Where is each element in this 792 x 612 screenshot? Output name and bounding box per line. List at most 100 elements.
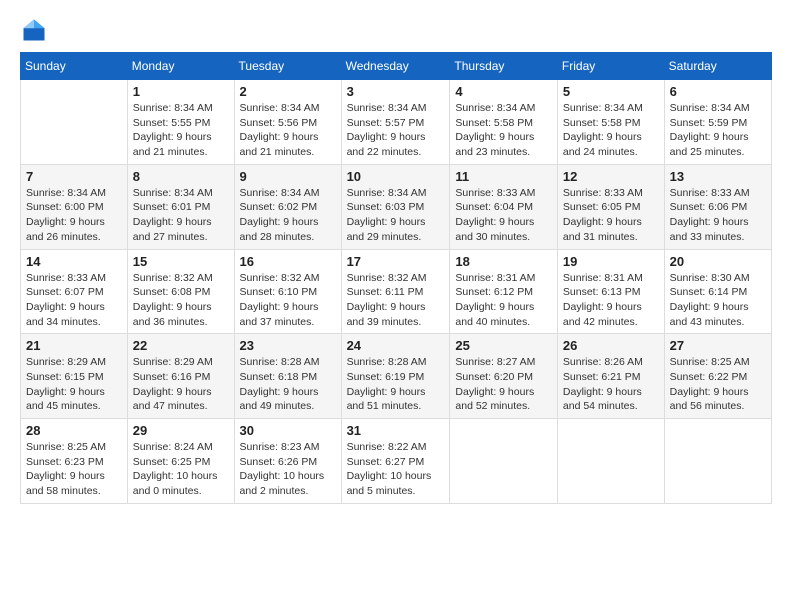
day-info: Sunrise: 8:29 AM Sunset: 6:16 PM Dayligh… <box>133 355 229 414</box>
calendar-cell: 9Sunrise: 8:34 AM Sunset: 6:02 PM Daylig… <box>234 164 341 249</box>
day-number: 23 <box>240 338 336 353</box>
calendar-cell: 3 Sunrise: 8:34 AM Sunset: 5:57 PM Daylig… <box>341 80 450 165</box>
calendar-cell: 18 Sunrise: 8:31 AM Sunset: 6:12 PM Dayli… <box>450 249 558 334</box>
calendar-cell: 5 Sunrise: 8:34 AM Sunset: 5:58 PM Daylig… <box>557 80 664 165</box>
calendar-cell: 21 Sunrise: 8:29 AM Sunset: 6:15 PM Dayli… <box>21 334 128 419</box>
day-info: Sunrise: 8:34 AM Sunset: 6:00 PM Dayligh… <box>26 186 122 245</box>
calendar-cell: 4Sunrise: 8:34 AM Sunset: 5:58 PM Daylig… <box>450 80 558 165</box>
day-number: 13 <box>670 169 766 184</box>
day-number: 2 <box>240 84 336 99</box>
day-info: Sunrise: 8:34 AM Sunset: 5:57 PM Dayligh… <box>347 101 445 160</box>
day-info: Sunrise: 8:34 AM Sunset: 5:55 PM Dayligh… <box>133 101 229 160</box>
calendar-cell: 7 Sunrise: 8:34 AM Sunset: 6:00 PM Daylig… <box>21 164 128 249</box>
page: SundayMondayTuesdayWednesdayThursdayFrid… <box>0 0 792 612</box>
day-number: 3 <box>347 84 445 99</box>
header-friday: Friday <box>557 53 664 80</box>
calendar-cell: 11Sunrise: 8:33 AM Sunset: 6:04 PM Dayli… <box>450 164 558 249</box>
calendar-cell: 29 Sunrise: 8:24 AM Sunset: 6:25 PM Dayli… <box>127 419 234 504</box>
day-number: 1 <box>133 84 229 99</box>
day-number: 24 <box>347 338 445 353</box>
day-info: Sunrise: 8:27 AM Sunset: 6:20 PM Dayligh… <box>455 355 552 414</box>
calendar-week-0: 1 Sunrise: 8:34 AM Sunset: 5:55 PM Daylig… <box>21 80 772 165</box>
calendar-cell: 25 Sunrise: 8:27 AM Sunset: 6:20 PM Dayli… <box>450 334 558 419</box>
calendar-cell: 16 Sunrise: 8:32 AM Sunset: 6:10 PM Dayli… <box>234 249 341 334</box>
day-number: 30 <box>240 423 336 438</box>
header-thursday: Thursday <box>450 53 558 80</box>
calendar-cell: 17 Sunrise: 8:32 AM Sunset: 6:11 PM Dayli… <box>341 249 450 334</box>
calendar-cell: 1 Sunrise: 8:34 AM Sunset: 5:55 PM Daylig… <box>127 80 234 165</box>
day-info: Sunrise: 8:25 AM Sunset: 6:22 PM Dayligh… <box>670 355 766 414</box>
day-info: Sunrise: 8:26 AM Sunset: 6:21 PM Dayligh… <box>563 355 659 414</box>
day-number: 15 <box>133 254 229 269</box>
day-info: Sunrise: 8:24 AM Sunset: 6:25 PM Dayligh… <box>133 440 229 499</box>
day-info: Sunrise: 8:33 AM Sunset: 6:05 PM Dayligh… <box>563 186 659 245</box>
day-info: Sunrise: 8:34 AM Sunset: 6:03 PM Dayligh… <box>347 186 445 245</box>
day-info: Sunrise: 8:28 AM Sunset: 6:18 PM Dayligh… <box>240 355 336 414</box>
header-tuesday: Tuesday <box>234 53 341 80</box>
calendar-cell: 13Sunrise: 8:33 AM Sunset: 6:06 PM Dayli… <box>664 164 771 249</box>
logo <box>20 16 52 44</box>
day-number: 16 <box>240 254 336 269</box>
day-number: 9 <box>240 169 336 184</box>
calendar-week-2: 14Sunrise: 8:33 AM Sunset: 6:07 PM Dayli… <box>21 249 772 334</box>
header-sunday: Sunday <box>21 53 128 80</box>
calendar-week-4: 28 Sunrise: 8:25 AM Sunset: 6:23 PM Dayli… <box>21 419 772 504</box>
calendar-week-3: 21 Sunrise: 8:29 AM Sunset: 6:15 PM Dayli… <box>21 334 772 419</box>
day-number: 18 <box>455 254 552 269</box>
day-info: Sunrise: 8:23 AM Sunset: 6:26 PM Dayligh… <box>240 440 336 499</box>
calendar-table: SundayMondayTuesdayWednesdayThursdayFrid… <box>20 52 772 504</box>
day-info: Sunrise: 8:33 AM Sunset: 6:04 PM Dayligh… <box>455 186 552 245</box>
calendar-cell: 22 Sunrise: 8:29 AM Sunset: 6:16 PM Dayli… <box>127 334 234 419</box>
calendar-cell: 28 Sunrise: 8:25 AM Sunset: 6:23 PM Dayli… <box>21 419 128 504</box>
day-number: 28 <box>26 423 122 438</box>
day-number: 19 <box>563 254 659 269</box>
calendar-cell: 2 Sunrise: 8:34 AM Sunset: 5:56 PM Daylig… <box>234 80 341 165</box>
calendar-cell: 31 Sunrise: 8:22 AM Sunset: 6:27 PM Dayli… <box>341 419 450 504</box>
day-info: Sunrise: 8:31 AM Sunset: 6:12 PM Dayligh… <box>455 271 552 330</box>
day-number: 7 <box>26 169 122 184</box>
day-number: 21 <box>26 338 122 353</box>
calendar-cell: 6Sunrise: 8:34 AM Sunset: 5:59 PM Daylig… <box>664 80 771 165</box>
day-info: Sunrise: 8:34 AM Sunset: 5:58 PM Dayligh… <box>563 101 659 160</box>
day-number: 25 <box>455 338 552 353</box>
logo-icon <box>20 16 48 44</box>
calendar-cell: 20Sunrise: 8:30 AM Sunset: 6:14 PM Dayli… <box>664 249 771 334</box>
day-info: Sunrise: 8:22 AM Sunset: 6:27 PM Dayligh… <box>347 440 445 499</box>
day-info: Sunrise: 8:25 AM Sunset: 6:23 PM Dayligh… <box>26 440 122 499</box>
day-number: 22 <box>133 338 229 353</box>
day-info: Sunrise: 8:34 AM Sunset: 6:01 PM Dayligh… <box>133 186 229 245</box>
day-info: Sunrise: 8:32 AM Sunset: 6:11 PM Dayligh… <box>347 271 445 330</box>
day-number: 29 <box>133 423 229 438</box>
calendar-cell: 27 Sunrise: 8:25 AM Sunset: 6:22 PM Dayli… <box>664 334 771 419</box>
day-number: 17 <box>347 254 445 269</box>
calendar-cell <box>557 419 664 504</box>
calendar-cell: 23 Sunrise: 8:28 AM Sunset: 6:18 PM Dayli… <box>234 334 341 419</box>
day-info: Sunrise: 8:32 AM Sunset: 6:08 PM Dayligh… <box>133 271 229 330</box>
header-wednesday: Wednesday <box>341 53 450 80</box>
day-number: 27 <box>670 338 766 353</box>
day-number: 4 <box>455 84 552 99</box>
calendar-cell: 15 Sunrise: 8:32 AM Sunset: 6:08 PM Dayli… <box>127 249 234 334</box>
calendar-cell: 10 Sunrise: 8:34 AM Sunset: 6:03 PM Dayli… <box>341 164 450 249</box>
day-number: 31 <box>347 423 445 438</box>
day-info: Sunrise: 8:32 AM Sunset: 6:10 PM Dayligh… <box>240 271 336 330</box>
calendar-cell: 12Sunrise: 8:33 AM Sunset: 6:05 PM Dayli… <box>557 164 664 249</box>
day-number: 26 <box>563 338 659 353</box>
calendar-week-1: 7 Sunrise: 8:34 AM Sunset: 6:00 PM Daylig… <box>21 164 772 249</box>
calendar-cell: 30 Sunrise: 8:23 AM Sunset: 6:26 PM Dayli… <box>234 419 341 504</box>
calendar-cell: 24 Sunrise: 8:28 AM Sunset: 6:19 PM Dayli… <box>341 334 450 419</box>
day-number: 8 <box>133 169 229 184</box>
calendar-header-row: SundayMondayTuesdayWednesdayThursdayFrid… <box>21 53 772 80</box>
day-info: Sunrise: 8:29 AM Sunset: 6:15 PM Dayligh… <box>26 355 122 414</box>
day-info: Sunrise: 8:31 AM Sunset: 6:13 PM Dayligh… <box>563 271 659 330</box>
header-monday: Monday <box>127 53 234 80</box>
calendar-cell: 8 Sunrise: 8:34 AM Sunset: 6:01 PM Daylig… <box>127 164 234 249</box>
day-info: Sunrise: 8:34 AM Sunset: 5:59 PM Dayligh… <box>670 101 766 160</box>
calendar-cell: 26 Sunrise: 8:26 AM Sunset: 6:21 PM Dayli… <box>557 334 664 419</box>
day-number: 5 <box>563 84 659 99</box>
day-info: Sunrise: 8:33 AM Sunset: 6:07 PM Dayligh… <box>26 271 122 330</box>
day-info: Sunrise: 8:34 AM Sunset: 5:56 PM Dayligh… <box>240 101 336 160</box>
day-info: Sunrise: 8:28 AM Sunset: 6:19 PM Dayligh… <box>347 355 445 414</box>
day-number: 10 <box>347 169 445 184</box>
calendar-cell <box>664 419 771 504</box>
